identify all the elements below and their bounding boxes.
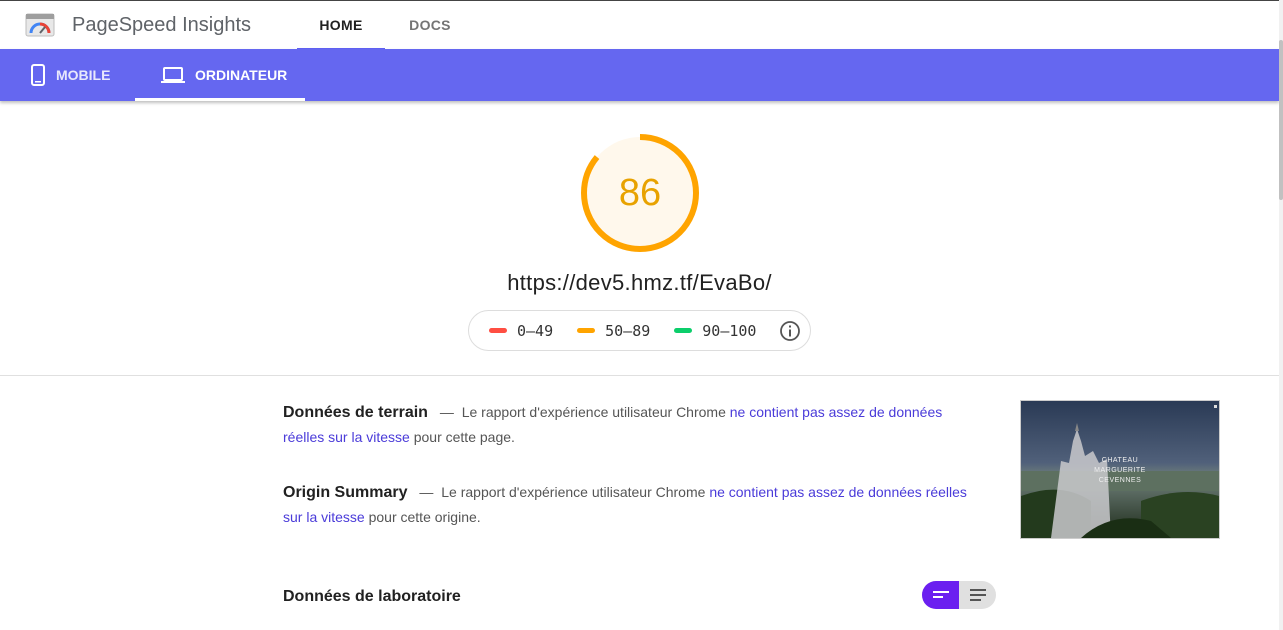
tab-home[interactable]: HOME	[297, 1, 385, 50]
page-scrollbar[interactable]	[1279, 0, 1283, 630]
device-tab-bar: MOBILE ORDINATEUR	[0, 49, 1279, 101]
page-screenshot-thumbnail: CHATEAU MARGUERITE CEVENNES	[1020, 400, 1220, 539]
section-divider	[0, 375, 1279, 376]
origin-summary-dash: —	[419, 484, 434, 500]
legend-item-average: 50–89	[577, 322, 650, 340]
view-toggle	[922, 581, 996, 609]
tab-desktop[interactable]: ORDINATEUR	[135, 49, 305, 101]
lab-data-title: Données de laboratoire	[283, 588, 461, 605]
thumbnail-line-2: MARGUERITE	[1094, 467, 1146, 474]
expanded-view-button[interactable]	[959, 581, 996, 609]
compact-view-button[interactable]	[922, 581, 959, 609]
legend-range-average: 50–89	[605, 321, 651, 340]
legend-item-poor: 0–49	[489, 322, 553, 340]
scrollbar-thumb[interactable]	[1279, 40, 1283, 200]
legend-swatch-red	[489, 328, 507, 333]
top-header: PageSpeed Insights HOME DOCS	[0, 0, 1279, 50]
field-data-title: Données de terrain	[283, 404, 428, 421]
expanded-list-icon	[969, 589, 986, 601]
compact-list-icon	[932, 591, 949, 598]
thumbnail-line-3: CEVENNES	[1098, 477, 1142, 484]
info-icon[interactable]	[779, 320, 801, 342]
legend-range-good: 90–100	[702, 321, 757, 340]
pagespeed-logo-icon	[25, 13, 55, 37]
origin-summary-section: Origin Summary — Le rapport d'expérience…	[283, 480, 983, 529]
legend-item-good: 90–100	[674, 322, 756, 340]
thumbnail-overlay-text: CHATEAU MARGUERITE CEVENNES	[1021, 456, 1219, 486]
origin-summary-title: Origin Summary	[283, 484, 408, 501]
legend-range-poor: 0–49	[517, 321, 554, 340]
tab-mobile-label: MOBILE	[56, 67, 111, 83]
analyzed-url: https://dev5.hmz.tf/EvaBo/	[507, 270, 772, 295]
performance-score: 86	[618, 172, 662, 214]
legend-swatch-green	[674, 328, 693, 333]
field-data-section: Données de terrain — Le rapport d'expéri…	[283, 400, 983, 449]
tab-mobile[interactable]: MOBILE	[16, 49, 134, 101]
score-legend: 0–49 50–89 90–100	[468, 310, 811, 351]
origin-summary-text-after: pour cette origine.	[368, 509, 481, 525]
thumbnail-line-1: CHATEAU	[1101, 457, 1139, 464]
field-data-dash: —	[439, 404, 454, 420]
legend-swatch-orange	[577, 328, 596, 333]
laptop-icon	[161, 66, 185, 84]
field-data-text: Le rapport d'expérience utilisateur Chro…	[461, 404, 726, 420]
field-data-text-after: pour cette page.	[413, 429, 515, 445]
origin-summary-text: Le rapport d'expérience utilisateur Chro…	[441, 484, 706, 500]
tab-docs[interactable]: DOCS	[385, 1, 475, 50]
smartphone-icon	[30, 64, 46, 86]
tab-desktop-label: ORDINATEUR	[195, 67, 288, 83]
app-title: PageSpeed Insights	[72, 14, 252, 36]
